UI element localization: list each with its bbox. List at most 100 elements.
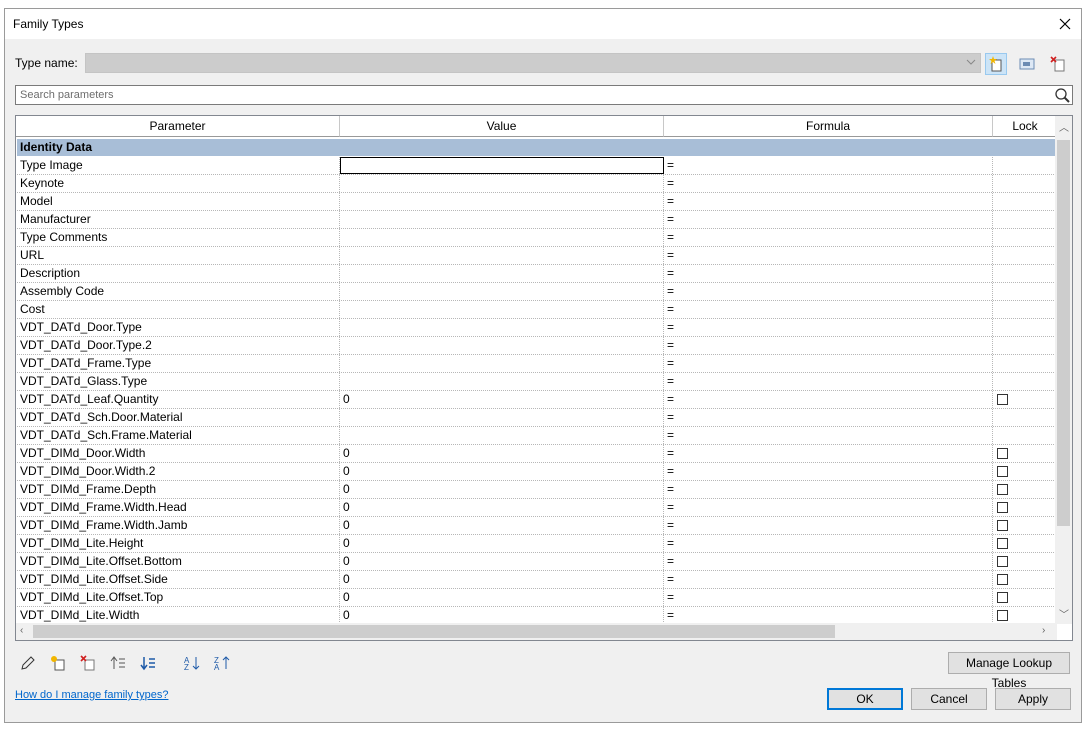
parameter-row[interactable]: VDT_DIMd_Lite.Offset.Side 0 =: [17, 571, 1056, 589]
lock-checkbox[interactable]: [997, 538, 1008, 549]
parameter-row[interactable]: Type Image =: [17, 157, 1056, 175]
parameter-value-cell[interactable]: 0: [340, 535, 664, 552]
delete-parameter-button[interactable]: [79, 654, 97, 672]
lock-checkbox[interactable]: [997, 394, 1008, 405]
move-up-button[interactable]: [109, 654, 127, 672]
scroll-down-icon[interactable]: ﹀: [1059, 606, 1069, 621]
parameter-formula-cell[interactable]: =: [664, 301, 993, 318]
parameter-value-cell[interactable]: 0: [340, 499, 664, 516]
parameter-value-cell[interactable]: [340, 211, 664, 228]
parameter-formula-cell[interactable]: =: [664, 229, 993, 246]
column-header-lock[interactable]: Lock: [993, 116, 1057, 137]
parameter-value-cell[interactable]: 0: [340, 553, 664, 570]
scroll-up-icon[interactable]: ︿: [1059, 119, 1069, 134]
lock-checkbox[interactable]: [997, 466, 1008, 477]
lock-checkbox[interactable]: [997, 610, 1008, 621]
column-header-value[interactable]: Value: [340, 116, 664, 137]
new-parameter-button[interactable]: [49, 654, 67, 672]
parameter-value-cell[interactable]: [340, 247, 664, 264]
parameter-formula-cell[interactable]: =: [664, 571, 993, 588]
lock-checkbox[interactable]: [997, 520, 1008, 531]
parameter-formula-cell[interactable]: =: [664, 319, 993, 336]
parameter-value-cell[interactable]: [340, 229, 664, 246]
parameter-value-cell[interactable]: [340, 373, 664, 390]
parameter-formula-cell[interactable]: =: [664, 157, 993, 174]
lock-checkbox[interactable]: [997, 574, 1008, 585]
parameter-value-cell[interactable]: [340, 427, 664, 444]
search-parameters-input[interactable]: Search parameters: [15, 85, 1073, 105]
lock-checkbox[interactable]: [997, 448, 1008, 459]
type-name-select[interactable]: [85, 53, 981, 73]
scroll-left-icon[interactable]: ‹: [20, 625, 23, 636]
sort-descending-button[interactable]: Z A: [213, 654, 231, 672]
parameter-formula-cell[interactable]: =: [664, 193, 993, 210]
new-type-button[interactable]: [985, 53, 1007, 75]
rename-type-button[interactable]: [1016, 53, 1038, 75]
parameter-value-cell[interactable]: [340, 157, 664, 174]
lock-checkbox[interactable]: [997, 484, 1008, 495]
parameter-formula-cell[interactable]: =: [664, 247, 993, 264]
lock-checkbox[interactable]: [997, 502, 1008, 513]
parameter-row[interactable]: VDT_DIMd_Frame.Depth 0 =: [17, 481, 1056, 499]
manage-lookup-tables-button[interactable]: Manage Lookup Tables: [948, 652, 1070, 690]
parameter-row[interactable]: Model =: [17, 193, 1056, 211]
parameter-formula-cell[interactable]: =: [664, 589, 993, 606]
parameter-row[interactable]: VDT_DATd_Door.Type =: [17, 319, 1056, 337]
delete-type-button[interactable]: [1047, 53, 1069, 75]
parameter-value-cell[interactable]: 0: [340, 571, 664, 588]
parameter-formula-cell[interactable]: =: [664, 409, 993, 426]
group-header-identity-data[interactable]: Identity Data: [17, 139, 1056, 156]
scroll-right-icon[interactable]: ›: [1042, 625, 1045, 636]
parameter-formula-cell[interactable]: =: [664, 175, 993, 192]
parameter-row[interactable]: VDT_DIMd_Lite.Offset.Bottom 0 =: [17, 553, 1056, 571]
parameter-row[interactable]: Assembly Code =: [17, 283, 1056, 301]
lock-checkbox[interactable]: [997, 556, 1008, 567]
parameter-row[interactable]: VDT_DIMd_Lite.Offset.Top 0 =: [17, 589, 1056, 607]
parameter-value-cell[interactable]: [340, 283, 664, 300]
parameter-value-cell[interactable]: [340, 265, 664, 282]
move-down-button[interactable]: [139, 654, 157, 672]
parameter-formula-cell[interactable]: =: [664, 517, 993, 534]
parameter-row[interactable]: VDT_DIMd_Frame.Width.Jamb 0 =: [17, 517, 1056, 535]
parameter-value-cell[interactable]: 0: [340, 391, 664, 408]
parameter-value-cell[interactable]: [340, 337, 664, 354]
cancel-button[interactable]: Cancel: [911, 688, 987, 710]
parameter-formula-cell[interactable]: =: [664, 445, 993, 462]
parameter-formula-cell[interactable]: =: [664, 427, 993, 444]
parameter-formula-cell[interactable]: =: [664, 607, 993, 624]
parameter-value-cell[interactable]: [340, 319, 664, 336]
help-link[interactable]: How do I manage family types?: [15, 689, 168, 701]
parameter-formula-cell[interactable]: =: [664, 373, 993, 390]
parameter-value-cell[interactable]: 0: [340, 463, 664, 480]
parameter-value-cell[interactable]: [340, 301, 664, 318]
parameter-value-cell[interactable]: [340, 355, 664, 372]
parameter-row[interactable]: VDT_DATd_Glass.Type =: [17, 373, 1056, 391]
parameter-row[interactable]: VDT_DATd_Leaf.Quantity 0 =: [17, 391, 1056, 409]
parameter-value-cell[interactable]: 0: [340, 607, 664, 624]
parameter-value-cell[interactable]: [340, 409, 664, 426]
parameter-formula-cell[interactable]: =: [664, 337, 993, 354]
horizontal-scrollbar[interactable]: ‹ ›: [16, 623, 1057, 640]
parameter-formula-cell[interactable]: =: [664, 391, 993, 408]
parameter-formula-cell[interactable]: =: [664, 481, 993, 498]
edit-parameter-button[interactable]: [19, 654, 37, 672]
parameter-row[interactable]: Description =: [17, 265, 1056, 283]
parameter-row[interactable]: VDT_DATd_Door.Type.2 =: [17, 337, 1056, 355]
vertical-scrollbar[interactable]: ︿ ﹀: [1055, 116, 1072, 624]
parameter-formula-cell[interactable]: =: [664, 265, 993, 282]
parameter-row[interactable]: Cost =: [17, 301, 1056, 319]
parameter-formula-cell[interactable]: =: [664, 535, 993, 552]
parameter-formula-cell[interactable]: =: [664, 355, 993, 372]
parameter-formula-cell[interactable]: =: [664, 499, 993, 516]
vertical-scroll-thumb[interactable]: [1057, 140, 1070, 526]
parameter-value-cell[interactable]: 0: [340, 517, 664, 534]
parameter-value-cell[interactable]: 0: [340, 445, 664, 462]
search-icon[interactable]: [1054, 87, 1070, 103]
parameter-value-cell[interactable]: 0: [340, 589, 664, 606]
parameter-row[interactable]: VDT_DIMd_Door.Width.2 0 =: [17, 463, 1056, 481]
parameter-formula-cell[interactable]: =: [664, 283, 993, 300]
column-header-parameter[interactable]: Parameter: [16, 116, 340, 137]
parameter-row[interactable]: VDT_DATd_Frame.Type =: [17, 355, 1056, 373]
parameter-row[interactable]: Keynote =: [17, 175, 1056, 193]
parameter-formula-cell[interactable]: =: [664, 463, 993, 480]
